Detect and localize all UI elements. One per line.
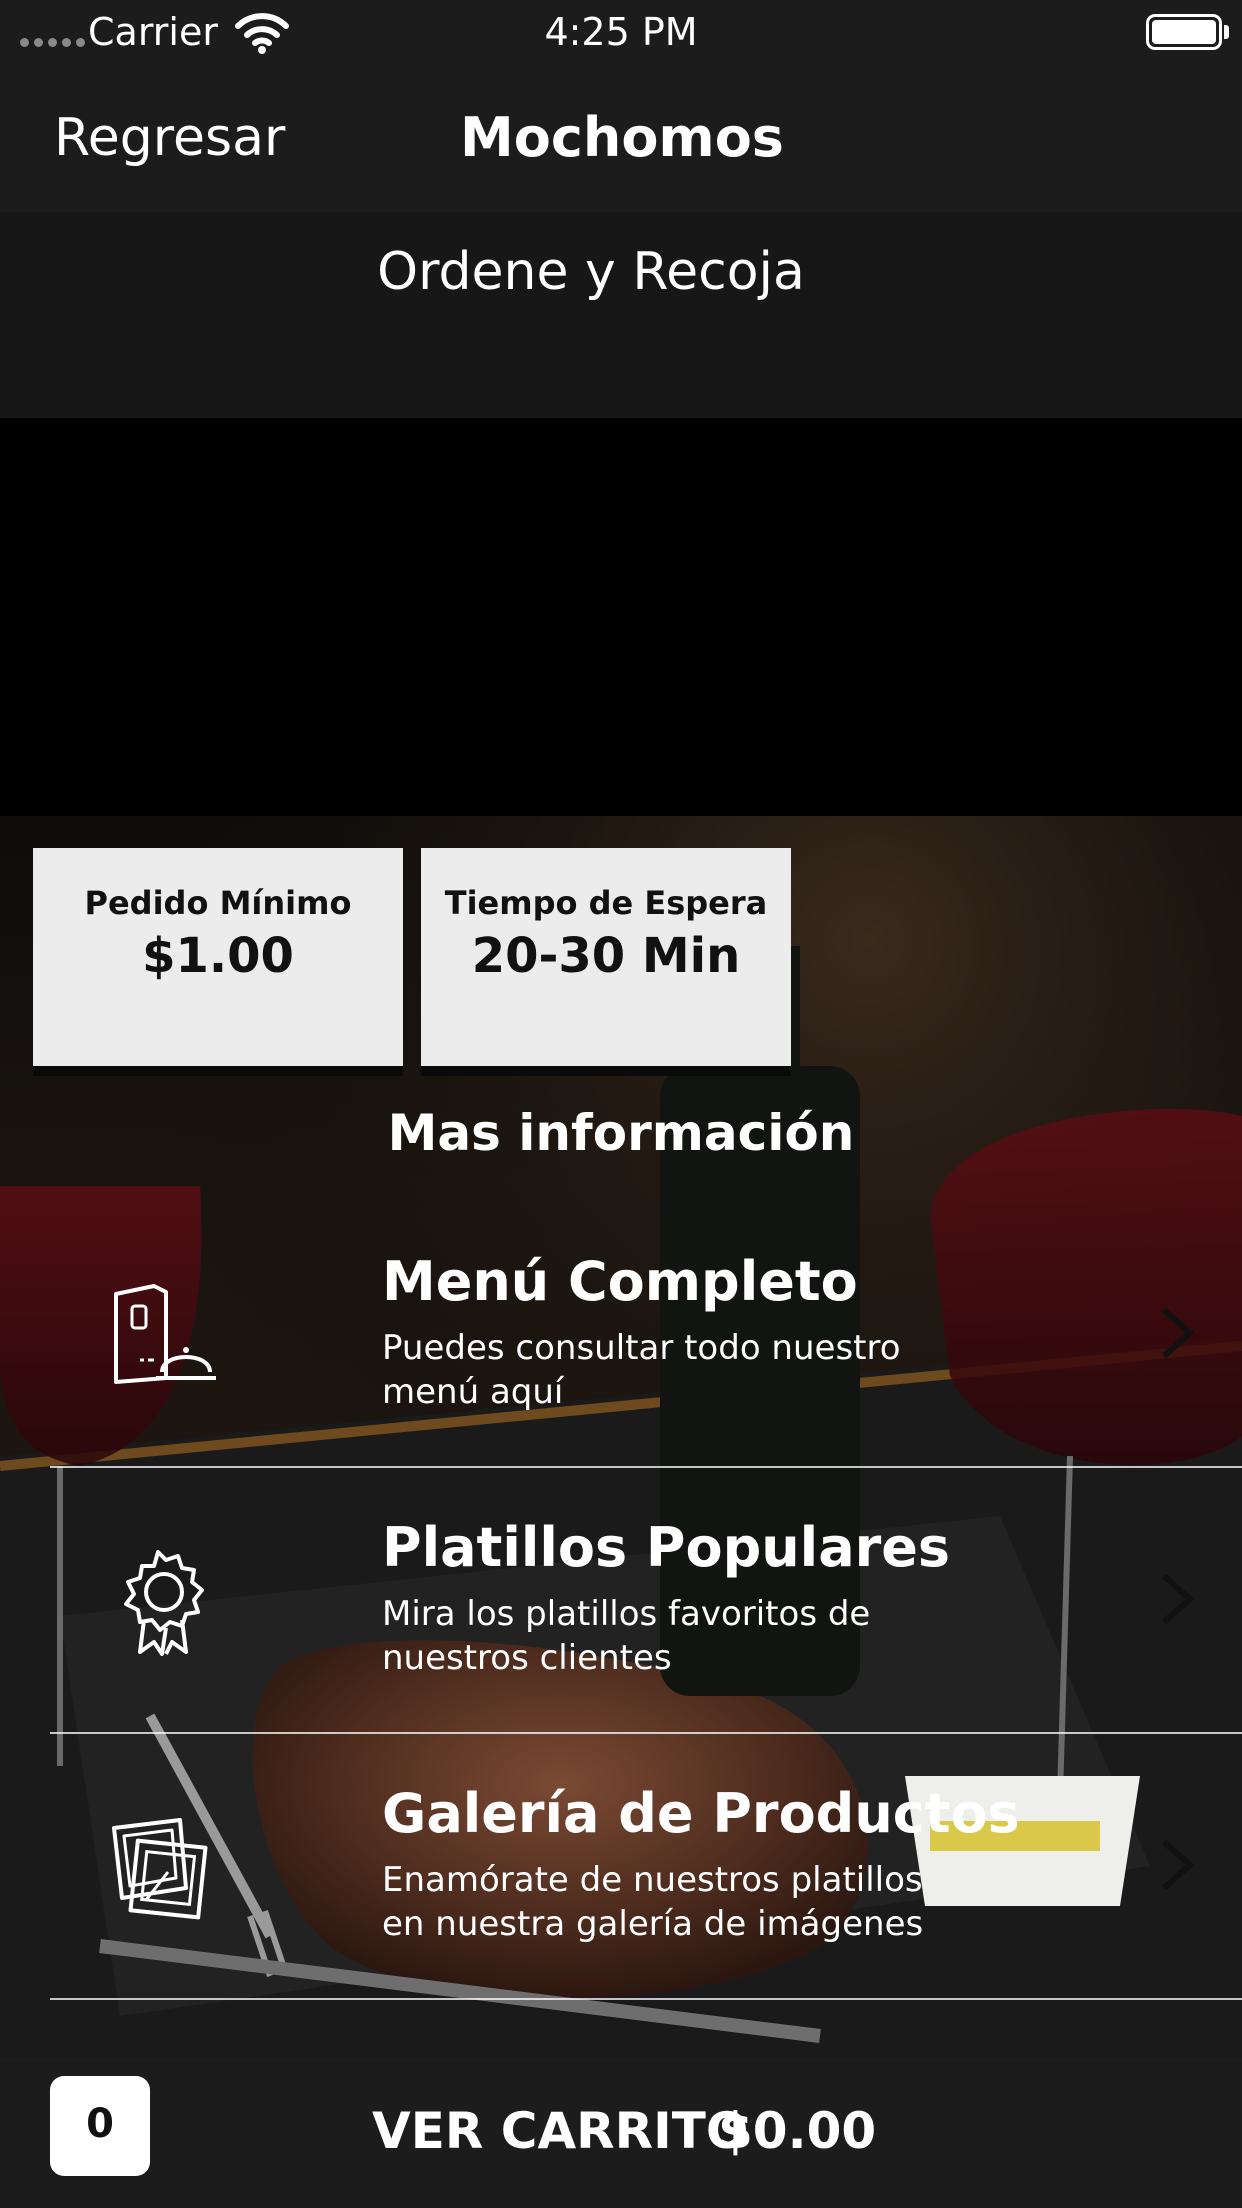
wait-time-value: 20-30 Min	[471, 928, 741, 984]
order-type-header: Ordene y Recoja	[0, 212, 1242, 418]
menu-row-description: Enamórate de nuestros platillos en nuest…	[382, 1860, 924, 1944]
view-cart-label: VER CARRITO	[372, 2102, 749, 2160]
chevron-right-icon	[1162, 1573, 1194, 1625]
wait-time-label: Tiempo de Espera	[444, 884, 768, 922]
menu-row-popular-dishes[interactable]: Platillos Populares Mira los platillos f…	[50, 1468, 1242, 1734]
more-info-heading: Mas información	[387, 1104, 855, 1162]
menu-card-icon	[114, 1284, 216, 1384]
order-type-label: Ordene y Recoja	[377, 242, 805, 302]
menu-row-title: Galería de Productos	[382, 1782, 1020, 1845]
wait-time-card: Tiempo de Espera 20-30 Min	[421, 848, 791, 1066]
battery-icon	[1146, 14, 1222, 50]
menu-row-product-gallery[interactable]: Galería de Productos Enamórate de nuestr…	[50, 1734, 1242, 2000]
status-time: 4:25 PM	[544, 10, 698, 54]
battery-tip	[1224, 25, 1229, 39]
min-order-label: Pedido Mínimo	[84, 884, 352, 922]
navigation-bar: Regresar Mochomos	[0, 66, 1242, 212]
chevron-right-icon	[1162, 1307, 1194, 1359]
menu-row-full-menu[interactable]: Menú Completo Puedes consultar todo nues…	[50, 1202, 1242, 1468]
award-ribbon-icon	[124, 1550, 204, 1656]
cart-total: $0.00	[718, 2102, 877, 2160]
menu-row-description: Mira los platillos favoritos de nuestros…	[382, 1594, 871, 1678]
status-bar: Carrier 4:25 PM	[0, 0, 1242, 66]
restaurant-name: Mochomos	[460, 106, 784, 169]
min-order-value: $1.00	[142, 928, 294, 984]
view-cart-bar[interactable]: 0 VER CARRITO $0.00	[0, 2058, 1242, 2208]
menu-row-description: Puedes consultar todo nuestro menú aquí	[382, 1328, 901, 1412]
min-order-card: Pedido Mínimo $1.00	[33, 848, 403, 1066]
chevron-right-icon	[1162, 1839, 1194, 1891]
menu-row-title: Platillos Populares	[382, 1516, 951, 1579]
menu-row-title: Menú Completo	[382, 1250, 858, 1313]
cart-item-count-badge: 0	[50, 2076, 150, 2176]
photos-gallery-icon	[112, 1818, 208, 1920]
page-title: Mochomos	[0, 106, 1242, 169]
